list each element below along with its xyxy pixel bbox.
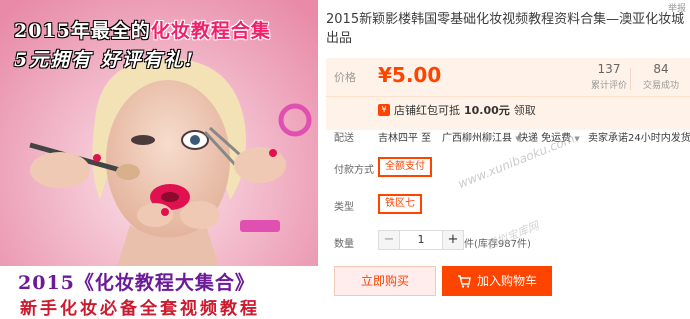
payment-label: 付款方式 (334, 165, 374, 176)
shipping-from: 吉林四平 至 (378, 133, 432, 144)
price-divider (326, 96, 690, 97)
image-headline: 2015年最全的化妆教程合集 (14, 20, 271, 42)
cart-icon (457, 274, 471, 288)
coupon-claim-link[interactable]: 领取 (514, 102, 536, 118)
image-headline-highlight: 化妆教程合集 (150, 20, 271, 42)
stat-divider (630, 68, 631, 90)
shipping-destination-select[interactable]: 广西柳州柳江县 ▼ (442, 129, 521, 144)
price-panel: 价格 ¥5.00 137 累计评价 84 交易成功 ¥ 店铺红包可抵 10.00元… (326, 58, 690, 130)
coupon-amount: 10.00元 (464, 104, 510, 117)
price-value: ¥5.00 (378, 63, 442, 87)
quantity-input[interactable]: 1 (400, 230, 442, 250)
reviews-stat[interactable]: 137 累计评价 (584, 62, 634, 91)
sales-count: 84 (653, 62, 669, 76)
image-caption-sub: 新手化妆必备全套视频教程 (20, 299, 260, 319)
quantity-label: 数量 (334, 239, 354, 250)
add-to-cart-button[interactable]: 加入购物车 (442, 266, 552, 296)
image-caption-band: 2015《化妆教程大集合》 新手化妆必备全套视频教程 (0, 266, 318, 319)
sales-stat: 84 交易成功 (636, 62, 686, 91)
image-subheadline: 5元拥有 好评有礼! (14, 49, 196, 71)
coupon-icon: ¥ (378, 104, 390, 116)
quantity-stepper: − 1 + (378, 230, 464, 250)
sales-label: 交易成功 (642, 81, 679, 91)
price-label: 价格 (334, 71, 356, 84)
add-to-cart-label: 加入购物车 (476, 274, 537, 288)
buy-now-button[interactable]: 立即购买 (334, 266, 436, 296)
type-label: 类型 (334, 202, 354, 213)
product-page: 2015年最全的化妆教程合集 5元拥有 好评有礼! 2015《化妆教程大集合》 … (0, 0, 690, 319)
reviews-count: 137 (597, 62, 621, 76)
image-caption: 2015《化妆教程大集合》 (18, 272, 255, 294)
shipping-label: 配送 (334, 133, 354, 144)
shipping-promise: 卖家承诺24小时内发货 (588, 133, 690, 144)
product-image[interactable]: 2015年最全的化妆教程合集 5元拥有 好评有礼! 2015《化妆教程大集合》 … (0, 0, 318, 319)
type-option[interactable]: 铁区七 (378, 194, 422, 214)
coupon-text: 店铺红包可抵 (394, 104, 460, 117)
report-link[interactable]: 举报 (668, 1, 686, 14)
shop-coupon: ¥ 店铺红包可抵 10.00元 领取 (378, 102, 536, 118)
shipping-row: 配送 吉林四平 至 广西柳州柳江县 ▼ 快递 免运费 ▼ 卖家承诺24小时内发货 (326, 126, 690, 150)
payment-option-full[interactable]: 全额支付 (378, 157, 432, 177)
quantity-minus-button[interactable]: − (378, 230, 400, 250)
reviews-label: 累计评价 (590, 81, 627, 91)
product-title: 2015新颖影楼韩国零基础化妆视频教程资料合集—澳亚化妆城出品 (326, 12, 685, 46)
quantity-plus-button[interactable]: + (442, 230, 464, 250)
